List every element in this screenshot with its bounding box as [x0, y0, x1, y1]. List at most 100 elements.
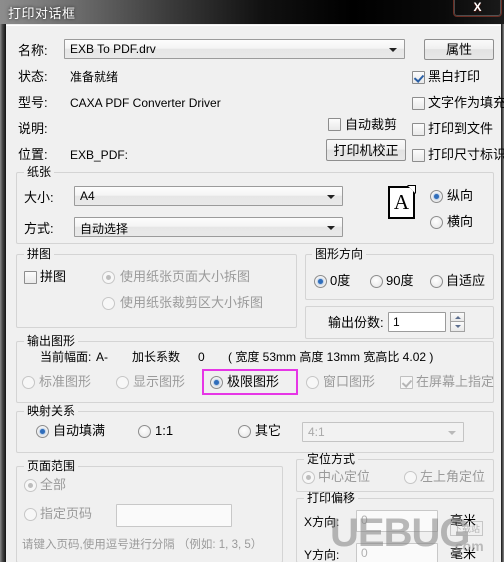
- page-range-pages-radio[interactable]: [24, 508, 37, 521]
- copies-value: 1: [393, 315, 400, 329]
- window-title: 打印对话框: [8, 6, 76, 21]
- offset-y-value: 0: [361, 546, 368, 560]
- print-to-file-label: 打印到文件: [428, 121, 494, 136]
- print-size-mark-label: 打印尺寸标识: [428, 147, 504, 162]
- printer-model-value: CAXA PDF Converter Driver: [70, 96, 221, 110]
- direction-0-label: 0度: [330, 273, 351, 288]
- tile-crop-area-label: 使用纸张裁剪区大小拆图: [120, 295, 264, 310]
- bw-print-checkbox[interactable]: [412, 71, 425, 84]
- screen-pick-checkbox[interactable]: [400, 376, 413, 389]
- orientation-landscape-radio[interactable]: [430, 216, 443, 229]
- output-window-label: 窗口图形: [323, 374, 376, 389]
- text-as-fill-label: 文字作为填充: [428, 95, 504, 110]
- output-window-radio[interactable]: [306, 376, 319, 389]
- offset-y-input[interactable]: 0: [356, 543, 438, 562]
- tile-crop-area-radio[interactable]: [102, 297, 115, 310]
- page-range-title: 页面范围: [24, 460, 79, 473]
- print-offset-title: 打印偏移: [304, 492, 359, 505]
- printer-description-label: 说明:: [18, 121, 48, 136]
- page-range-input[interactable]: [116, 504, 232, 527]
- printer-name-combo[interactable]: EXB To PDF.drv: [64, 39, 405, 59]
- extend-factor-label: 加长系数: [132, 350, 181, 364]
- bw-print-label: 黑白打印: [428, 69, 481, 84]
- position-center-radio[interactable]: [302, 471, 315, 484]
- close-icon: X: [473, 0, 482, 14]
- page-range-all-radio[interactable]: [24, 479, 37, 492]
- orientation-landscape-label: 横向: [447, 214, 474, 229]
- output-limit-radio[interactable]: [210, 376, 223, 389]
- mapping-1to1-radio[interactable]: [138, 425, 151, 438]
- mapping-group-title: 映射关系: [24, 405, 79, 418]
- position-topleft-radio[interactable]: [404, 471, 417, 484]
- current-size-value: A-: [96, 350, 108, 364]
- mapping-ratio-combo[interactable]: 4:1: [302, 422, 464, 442]
- text-as-fill-checkbox[interactable]: [412, 97, 425, 110]
- chevron-down-icon: [389, 48, 397, 52]
- orientation-portrait-label: 纵向: [447, 188, 474, 203]
- mapping-autofill-radio[interactable]: [36, 425, 49, 438]
- paper-size-label: 大小:: [24, 190, 54, 205]
- printer-model-label: 型号:: [18, 95, 48, 110]
- title-bar: 打印对话框: [0, 0, 504, 24]
- graphic-direction-title: 图形方向: [312, 248, 367, 261]
- printer-status-label: 状态:: [18, 69, 48, 84]
- mapping-ratio-value: 4:1: [308, 425, 325, 439]
- tile-group-title: 拼图: [24, 248, 55, 261]
- dialog-client-area: 名称: EXB To PDF.drv 属性 状态: 准备就绪 型号: CAXA …: [6, 25, 504, 562]
- direction-0-radio[interactable]: [314, 275, 327, 288]
- tile-page-size-radio[interactable]: [102, 271, 115, 284]
- mapping-other-radio[interactable]: [238, 425, 251, 438]
- offset-x-label: X方向:: [304, 515, 340, 529]
- offset-y-label: Y方向:: [304, 548, 340, 562]
- output-display-radio[interactable]: [116, 376, 129, 389]
- printer-properties-button[interactable]: 属性: [424, 39, 494, 60]
- page-range-pages-label: 指定页码: [40, 506, 93, 521]
- printer-status-value: 准备就绪: [70, 70, 119, 84]
- print-size-mark-checkbox[interactable]: [412, 149, 425, 162]
- output-standard-label: 标准图形: [39, 374, 92, 389]
- copies-input[interactable]: 1: [388, 312, 446, 332]
- copies-label: 输出份数:: [328, 315, 384, 330]
- spinner-down-button[interactable]: [450, 322, 465, 332]
- tile-page-size-label: 使用纸张页面大小拆图: [120, 269, 251, 284]
- orientation-portrait-radio[interactable]: [430, 190, 443, 203]
- auto-crop-checkbox[interactable]: [328, 118, 341, 131]
- printer-calibrate-label: 打印机校正: [333, 142, 399, 158]
- output-graphic-title: 输出图形: [24, 335, 79, 348]
- paper-preview-icon: A: [388, 185, 416, 219]
- triangle-up-icon: [455, 316, 461, 319]
- printer-calibrate-button[interactable]: 打印机校正: [326, 139, 406, 161]
- extend-factor-value: 0: [198, 350, 205, 364]
- chevron-down-icon: [327, 226, 335, 230]
- printer-name-label: 名称:: [18, 43, 48, 58]
- tile-enable-checkbox[interactable]: [24, 271, 37, 284]
- printer-location-label: 位置:: [18, 147, 48, 162]
- direction-auto-radio[interactable]: [430, 275, 443, 288]
- paper-method-value: 自动选择: [80, 222, 129, 236]
- auto-crop-label: 自动裁剪: [345, 117, 398, 132]
- print-dialog-window: 打印对话框 X 名称: EXB To PDF.drv 属性 状态: 准备就绪 型…: [0, 0, 504, 562]
- close-button[interactable]: X: [453, 0, 502, 17]
- paper-size-combo[interactable]: A4: [74, 186, 343, 206]
- mapping-autofill-label: 自动填满: [53, 423, 106, 438]
- print-to-file-checkbox[interactable]: [412, 123, 425, 136]
- paper-group-title: 纸张: [24, 166, 55, 179]
- copies-spinner[interactable]: [450, 312, 465, 332]
- positioning-group-title: 定位方式: [304, 453, 359, 466]
- direction-90-radio[interactable]: [370, 275, 383, 288]
- page-range-hint: 请键入页码,使用逗号进行分隔 （例如: 1, 3, 5）: [22, 539, 263, 551]
- tile-enable-label: 拼图: [40, 269, 67, 284]
- tile-group: [16, 254, 297, 328]
- spinner-up-button[interactable]: [450, 312, 465, 322]
- offset-x-input[interactable]: 0: [356, 510, 438, 532]
- output-standard-radio[interactable]: [22, 376, 35, 389]
- direction-auto-label: 自适应: [446, 273, 486, 288]
- mapping-1to1-label: 1:1: [155, 423, 174, 438]
- paper-method-combo[interactable]: 自动选择: [74, 217, 343, 237]
- page-letter: A: [393, 190, 410, 214]
- position-center-label: 中心定位: [318, 469, 371, 484]
- printer-properties-label: 属性: [445, 42, 472, 57]
- paper-method-label: 方式:: [24, 221, 54, 236]
- chevron-down-icon: [448, 431, 456, 435]
- printer-location-value: EXB_PDF:: [70, 148, 129, 162]
